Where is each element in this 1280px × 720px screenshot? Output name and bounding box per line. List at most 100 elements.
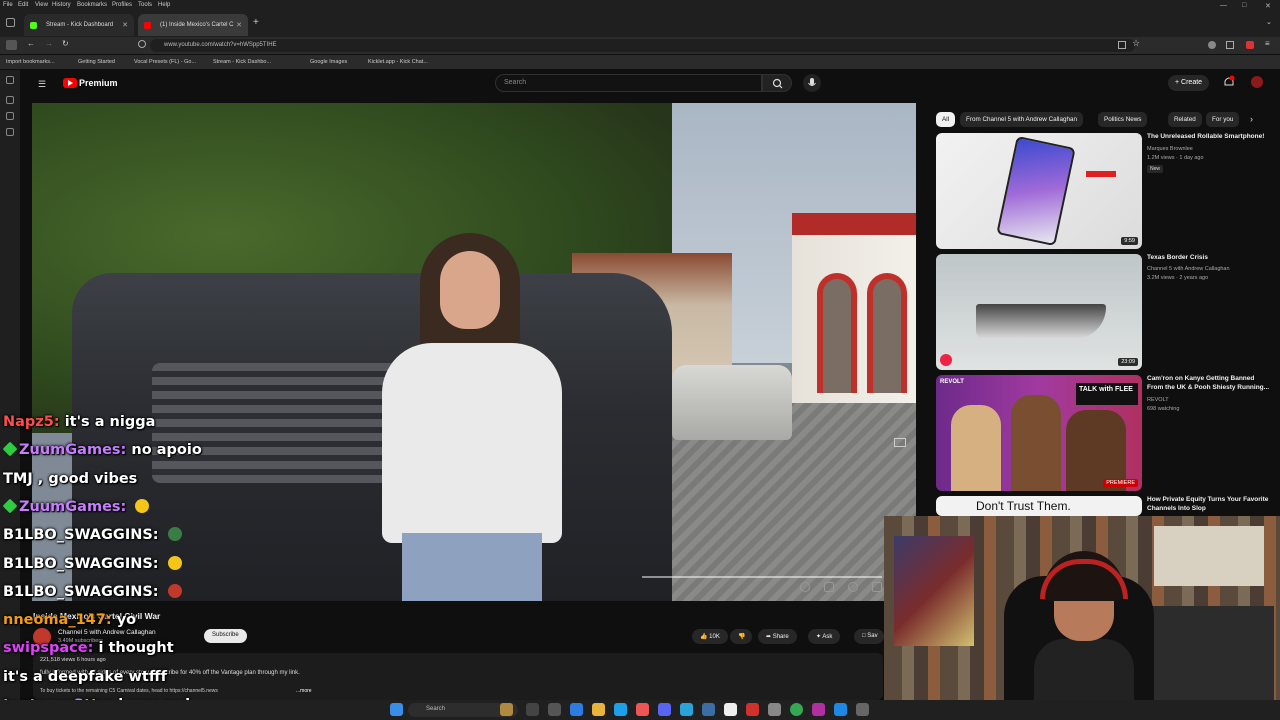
reload-icon[interactable]: ↻ [62,39,69,48]
rec-thumbnail[interactable]: 9:59 [936,133,1142,249]
menu-profiles[interactable]: Profiles [112,2,132,8]
tab-youtube-video[interactable]: (1) Inside Mexico's Cartel C ✕ [138,14,248,36]
youtube-logo-icon[interactable] [63,78,77,88]
rec-item[interactable]: 23:09 Texas Border Crisis Channel 5 with… [936,254,1276,370]
chip-from-channel-5[interactable]: From Channel 5 with Andrew Callaghan [960,112,1083,127]
sidebar-reading-icon[interactable] [6,96,14,104]
rec-item[interactable]: 9:59 The Unreleased Rollable Smartphone!… [936,133,1276,249]
windows-start-icon[interactable] [390,703,403,716]
bookmark-vocal-presets[interactable]: Vocal Presets (FL) - Go... [134,59,196,65]
app-icon-purple[interactable] [812,703,825,716]
hamburger-menu-icon[interactable]: ☰ [38,79,48,90]
sidebar-bookmarks-icon[interactable] [6,128,14,136]
sidebar-history-icon[interactable] [6,112,14,120]
youtube-search-input[interactable]: Search [495,74,762,92]
menu-tools[interactable]: Tools [138,2,152,8]
forward-icon[interactable]: → [45,39,53,48]
edge-icon[interactable] [570,703,583,716]
extensions-puzzle-icon[interactable] [1226,41,1234,49]
site-info-icon[interactable] [138,40,146,48]
task-view-icon[interactable] [526,703,539,716]
tab-kick-dashboard[interactable]: Stream - Kick Dashboard ✕ [24,14,134,36]
app-icon-dark[interactable] [856,703,869,716]
youtube-premium-label[interactable]: Premium [79,78,118,88]
chip-politics-news[interactable]: Politics News [1098,112,1148,127]
share-button[interactable]: ➦ Share [758,629,797,644]
discord-icon[interactable] [658,703,671,716]
sidebar-arrow-icon[interactable] [6,76,14,84]
extension-icon[interactable] [1208,41,1216,49]
rec-item[interactable]: Don't Trust Them. How Private Equity Tur… [936,496,1276,516]
bookmark-kicklet[interactable]: Kicklet.app - Kick Chat... [368,59,428,65]
search-button[interactable] [762,74,792,92]
account-avatar[interactable] [1251,76,1263,88]
folder-icon[interactable] [592,703,605,716]
menu-file[interactable]: File [3,2,13,8]
browser-menu-icon[interactable]: ≡ [1265,39,1270,48]
file-explorer-icon[interactable] [548,703,561,716]
app-icon-blue[interactable] [834,703,847,716]
app-icon-red[interactable] [746,703,759,716]
voice-search-button[interactable] [803,74,821,92]
rec-title[interactable]: How Private Equity Turns Your Favorite C… [1147,496,1272,513]
maximize-icon[interactable]: □ [1242,2,1246,9]
video-progress-bar[interactable] [642,576,882,578]
menu-edit[interactable]: Edit [18,2,28,8]
rec-title[interactable]: The Unreleased Rollable Smartphone! [1147,133,1272,142]
firefox-icon[interactable] [636,703,649,716]
tab-list-chevron-icon[interactable]: ⌄ [1266,18,1272,26]
ask-button[interactable]: ✦ Ask [808,629,841,644]
minimize-icon[interactable]: — [1220,2,1227,9]
chip-related[interactable]: Related [1168,112,1202,127]
bookmark-getting-started[interactable]: Getting Started [78,59,115,65]
reader-icon[interactable] [1118,41,1126,49]
rec-title[interactable]: Cam'ron on Kanye Getting Banned From the… [1147,375,1272,392]
obs-icon[interactable] [724,703,737,716]
browser-menubar: File Edit View History Bookmarks Profile… [0,0,1280,10]
autoplay-toggle-icon[interactable] [800,582,810,592]
chrome-icon[interactable] [790,703,803,716]
telegram-icon[interactable] [680,703,693,716]
url-field[interactable]: www.youtube.com/watch?v=hWSpp5TIHE [150,39,1135,52]
rec-item[interactable]: REVOLT TALK with FLEE PREMIERE Cam'ron o… [936,375,1276,491]
rec-title[interactable]: Texas Border Crisis [1147,254,1272,263]
bookmark-import[interactable]: Import bookmarks... [6,59,55,65]
rec-thumbnail[interactable]: Don't Trust Them. [936,496,1142,516]
app-icon[interactable] [702,703,715,716]
like-button[interactable]: 👍 10K [692,629,728,644]
menu-history[interactable]: History [52,2,71,8]
rec-thumbnail[interactable]: REVOLT TALK with FLEE PREMIERE [936,375,1142,491]
taskbar-widget-icon[interactable] [500,703,513,716]
bookmark-star-icon[interactable]: ☆ [1132,38,1140,49]
menu-view[interactable]: View [35,2,48,8]
rec-channel[interactable]: REVOLT [1147,397,1272,403]
captions-icon[interactable] [824,582,834,592]
rec-channel[interactable]: Channel 5 with Andrew Callaghan [1147,266,1272,272]
create-button[interactable]: + Create [1168,75,1210,91]
settings-gear-icon[interactable] [848,582,858,592]
menu-help[interactable]: Help [158,2,170,8]
close-tab-icon[interactable]: ✕ [236,21,242,29]
miniplayer-icon[interactable] [894,438,906,447]
close-window-icon[interactable]: ✕ [1265,2,1271,10]
profile-extension-icon[interactable] [1246,41,1254,49]
notifications-bell-icon[interactable] [1222,75,1236,89]
save-button[interactable]: □ Sav [854,629,884,644]
bookmark-kick-dashboard[interactable]: Stream - Kick Dashbo... [213,59,271,65]
sidebar-toggle-icon[interactable] [6,40,17,50]
app-icon-grey[interactable] [768,703,781,716]
menu-bookmarks[interactable]: Bookmarks [77,2,107,8]
chip-all[interactable]: All [936,112,955,127]
back-icon[interactable]: ← [27,39,35,48]
chip-for-you[interactable]: For you [1206,112,1240,127]
new-tab-icon[interactable]: + [253,17,259,28]
chips-next-chevron-icon[interactable]: › [1250,114,1253,124]
rec-channel[interactable]: Marques Brownlee [1147,146,1272,152]
dislike-button[interactable]: 👎 [730,629,752,644]
tab-overview-icon[interactable] [6,18,15,27]
browser-app-icon[interactable] [614,703,627,716]
close-tab-icon[interactable]: ✕ [122,21,128,29]
rec-thumbnail[interactable]: 23:09 [936,254,1142,370]
bookmark-google-images[interactable]: Google Images [310,59,347,65]
theater-mode-icon[interactable] [872,582,882,592]
